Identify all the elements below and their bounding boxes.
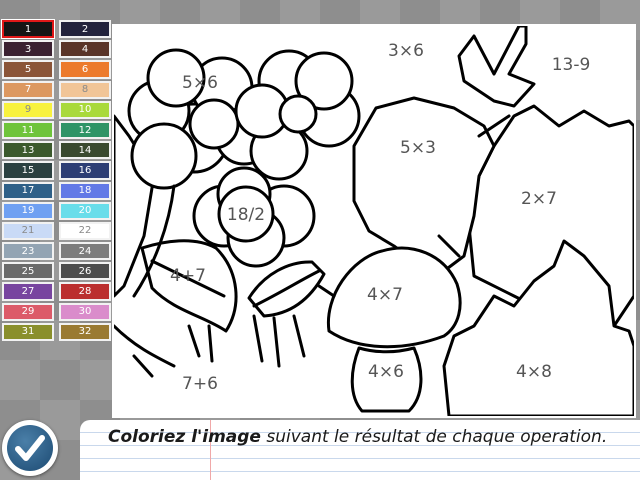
region-label-r1[interactable]: 5×6 — [182, 73, 218, 93]
palette-swatch-20[interactable]: 20 — [59, 201, 111, 220]
middle-flower-center[interactable] — [278, 94, 318, 134]
instruction-text: Coloriez l'image suivant le résultat de … — [108, 426, 626, 448]
palette-swatch-11[interactable]: 11 — [2, 120, 54, 140]
palette-swatch-3[interactable]: 3 — [2, 40, 54, 59]
instruction-panel: Coloriez l'image suivant le résultat de … — [80, 420, 640, 480]
palette-swatch-22[interactable]: 22 — [59, 221, 111, 241]
check-icon — [15, 435, 45, 461]
region-label-r2[interactable]: 3×6 — [388, 41, 424, 61]
palette-swatch-27[interactable]: 27 — [2, 282, 54, 301]
left-flower-center[interactable] — [188, 98, 240, 150]
palette-swatch-9[interactable]: 9 — [2, 100, 54, 119]
palette-swatch-32[interactable]: 32 — [59, 322, 111, 341]
palette-swatch-28[interactable]: 28 — [59, 282, 111, 301]
palette-swatch-26[interactable]: 26 — [59, 262, 111, 281]
palette-swatch-21[interactable]: 21 — [2, 221, 54, 241]
region-label-r7[interactable]: 4+7 — [170, 266, 206, 286]
instruction-bold: Coloriez l'image — [108, 427, 261, 447]
palette-swatch-30[interactable]: 30 — [59, 302, 111, 321]
palette-swatch-17[interactable]: 17 — [2, 181, 54, 200]
palette-swatch-5[interactable]: 5 — [2, 60, 54, 79]
palette-swatch-10[interactable]: 10 — [59, 100, 111, 119]
palette-swatch-8[interactable]: 8 — [59, 80, 111, 99]
coloring-canvas: 5×6 3×6 13-9 5×3 18/2 2×7 4+7 4×7 7+6 4×… — [114, 26, 634, 416]
palette-swatch-29[interactable]: 29 — [2, 302, 54, 321]
palette-swatch-6[interactable]: 6 — [59, 60, 111, 79]
palette-swatch-19[interactable]: 19 — [2, 201, 54, 220]
palette-swatch-18[interactable]: 18 — [59, 181, 111, 200]
region-label-r10[interactable]: 4×6 — [368, 362, 404, 382]
palette-swatch-25[interactable]: 25 — [2, 262, 54, 281]
palette-swatch-2[interactable]: 2 — [59, 20, 111, 39]
region-label-r4[interactable]: 5×3 — [400, 138, 436, 158]
palette-swatch-15[interactable]: 15 — [2, 161, 54, 180]
region-label-r9[interactable]: 7+6 — [182, 374, 218, 394]
palette-swatch-14[interactable]: 14 — [59, 141, 111, 160]
region-label-r8[interactable]: 4×7 — [367, 285, 403, 305]
region-label-r11[interactable]: 4×8 — [516, 362, 552, 382]
palette-swatch-12[interactable]: 12 — [59, 120, 111, 140]
region-label-r6[interactable]: 2×7 — [521, 189, 557, 209]
region-top-right-leaf[interactable] — [457, 26, 536, 108]
palette-swatch-13[interactable]: 13 — [2, 141, 54, 160]
check-button[interactable] — [2, 420, 58, 476]
check-button-face — [7, 425, 53, 471]
region-label-r5[interactable]: 18/2 — [227, 205, 265, 225]
left-flower-petal-lower[interactable] — [130, 122, 198, 190]
color-palette: 1 2 3 4 5 6 7 8 9 10 11 12 13 14 15 16 17 18 19 20 21 22 23 24 2… — [0, 19, 113, 342]
palette-swatch-4[interactable]: 4 — [59, 40, 111, 59]
palette-swatch-16[interactable]: 16 — [59, 161, 111, 180]
palette-swatch-24[interactable]: 24 — [59, 242, 111, 261]
palette-swatch-7[interactable]: 7 — [2, 80, 54, 99]
region-label-r3[interactable]: 13-9 — [552, 55, 591, 75]
grass-line — [114, 324, 176, 368]
middle-flower — [234, 49, 361, 181]
instruction-rest: suivant le résultat de chaque operation. — [260, 427, 608, 447]
palette-swatch-1[interactable]: 1 — [2, 20, 54, 39]
palette-swatch-31[interactable]: 31 — [2, 322, 54, 341]
palette-swatch-23[interactable]: 23 — [2, 242, 54, 261]
